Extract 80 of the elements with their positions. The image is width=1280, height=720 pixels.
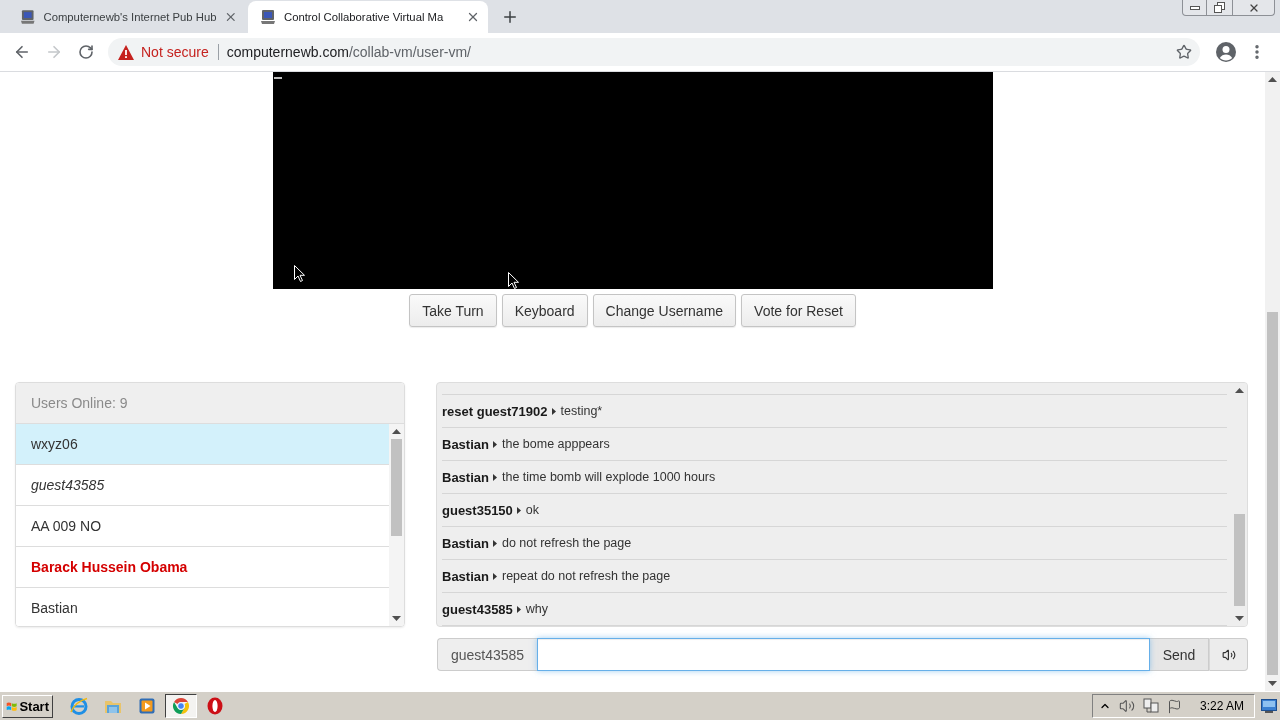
scroll-up-arrow-icon[interactable] bbox=[1235, 388, 1244, 393]
close-icon[interactable] bbox=[224, 10, 238, 24]
speaker-icon[interactable] bbox=[1118, 698, 1135, 714]
url-text: computernewb.com/collab-vm/user-vm/ bbox=[226, 44, 471, 60]
chat-username: Bastian bbox=[442, 568, 489, 584]
scroll-up-arrow-icon[interactable] bbox=[1268, 77, 1277, 82]
profile-icon[interactable] bbox=[1216, 42, 1236, 62]
warning-icon bbox=[118, 44, 134, 60]
restore-icon[interactable] bbox=[1214, 2, 1225, 13]
scrollbar-thumb[interactable] bbox=[391, 439, 402, 536]
computer-icon bbox=[20, 9, 36, 25]
flag-icon[interactable] bbox=[1166, 698, 1182, 714]
triangle-icon bbox=[551, 407, 556, 415]
text-cursor-icon bbox=[273, 77, 282, 79]
vm-control-button[interactable]: Vote for Reset bbox=[741, 294, 856, 327]
scrollbar[interactable] bbox=[389, 424, 404, 626]
computer-icon bbox=[260, 9, 276, 25]
chat-message: repeat do not refresh the page bbox=[501, 569, 671, 583]
vm-control-button[interactable]: Take Turn bbox=[409, 294, 497, 327]
chat-message: ok bbox=[525, 503, 540, 517]
browser-tab[interactable]: Control Collaborative Virtual Ma bbox=[248, 1, 488, 33]
triangle-icon bbox=[516, 506, 521, 514]
e-logo-icon bbox=[70, 697, 88, 715]
user-list-item[interactable]: Barack Hussein Obama bbox=[16, 547, 389, 588]
send-button[interactable]: Send bbox=[1150, 638, 1209, 671]
chat-message: do not refresh the page bbox=[501, 536, 632, 550]
close-icon[interactable] bbox=[466, 10, 480, 24]
chat-username: guest35150 bbox=[442, 502, 513, 518]
scroll-down-arrow-icon[interactable] bbox=[392, 616, 401, 621]
user-list-item[interactable]: wxyz06 bbox=[16, 424, 389, 465]
triangle-icon bbox=[492, 473, 497, 481]
play-icon bbox=[139, 698, 155, 714]
reload-icon[interactable] bbox=[78, 44, 94, 60]
chat-message: why bbox=[525, 602, 549, 616]
ring-logo-icon bbox=[172, 697, 190, 715]
folder-icon bbox=[104, 698, 122, 714]
clock: 3:22 AM bbox=[1199, 699, 1244, 713]
user-list-item[interactable]: Bastian bbox=[16, 588, 389, 626]
security-label: Not secure bbox=[141, 44, 209, 60]
minimize-icon[interactable] bbox=[1189, 5, 1200, 10]
triangle-icon bbox=[492, 440, 497, 448]
triangle-icon bbox=[492, 539, 497, 547]
sound-button[interactable] bbox=[1209, 638, 1248, 671]
start-button[interactable]: Start bbox=[2, 694, 53, 718]
taskbar-button[interactable] bbox=[165, 694, 197, 718]
network-icon[interactable] bbox=[1142, 698, 1159, 714]
vm-control-button[interactable]: Change Username bbox=[592, 294, 737, 327]
chat-message: the bome apppears bbox=[501, 437, 610, 451]
show-desktop-icon[interactable] bbox=[1261, 699, 1277, 713]
scroll-up-arrow-icon[interactable] bbox=[392, 429, 401, 434]
browser-tab[interactable]: Computernewb's Internet Pub Hub bbox=[8, 1, 246, 33]
chat-username: reset guest71902 bbox=[442, 403, 548, 419]
back-icon[interactable] bbox=[13, 43, 31, 61]
scrollbar-thumb[interactable] bbox=[1234, 514, 1245, 606]
scrollbar[interactable] bbox=[1232, 383, 1247, 626]
vm-control-button[interactable]: Keyboard bbox=[501, 294, 588, 327]
mouse-pointer-icon bbox=[293, 265, 305, 282]
chat-username: Bastian bbox=[442, 469, 489, 485]
chat-message: the time bomb will explode 1000 hours bbox=[501, 470, 716, 484]
new-tab-icon[interactable] bbox=[501, 8, 519, 26]
username-label: guest43585 bbox=[437, 638, 537, 671]
users-online-heading: Users Online: 9 bbox=[16, 383, 404, 424]
chat-username: Bastian bbox=[442, 535, 489, 551]
scrollbar-thumb[interactable] bbox=[1267, 312, 1278, 675]
chat-message: testing* bbox=[560, 404, 603, 418]
page-scrollbar[interactable] bbox=[1265, 72, 1280, 691]
user-list-item[interactable]: guest43585 bbox=[16, 465, 389, 506]
chat-input-field[interactable] bbox=[537, 638, 1150, 671]
scroll-down-arrow-icon[interactable] bbox=[1235, 616, 1244, 621]
chat-username: guest43585 bbox=[442, 601, 513, 617]
user-list-item[interactable]: AA 009 NO bbox=[16, 506, 389, 547]
o-logo-icon bbox=[207, 697, 223, 715]
speaker-icon bbox=[1221, 647, 1236, 662]
bookmark-star-icon[interactable] bbox=[1176, 44, 1192, 60]
triangle-icon bbox=[516, 605, 521, 613]
mouse-pointer-icon bbox=[507, 272, 519, 289]
address-bar[interactable]: Not secure computernewb.com/collab-vm/user-vm/ bbox=[108, 38, 1200, 66]
triangle-icon bbox=[492, 572, 497, 580]
scroll-down-arrow-icon[interactable] bbox=[1268, 681, 1277, 686]
chat-username: Bastian bbox=[442, 436, 489, 452]
